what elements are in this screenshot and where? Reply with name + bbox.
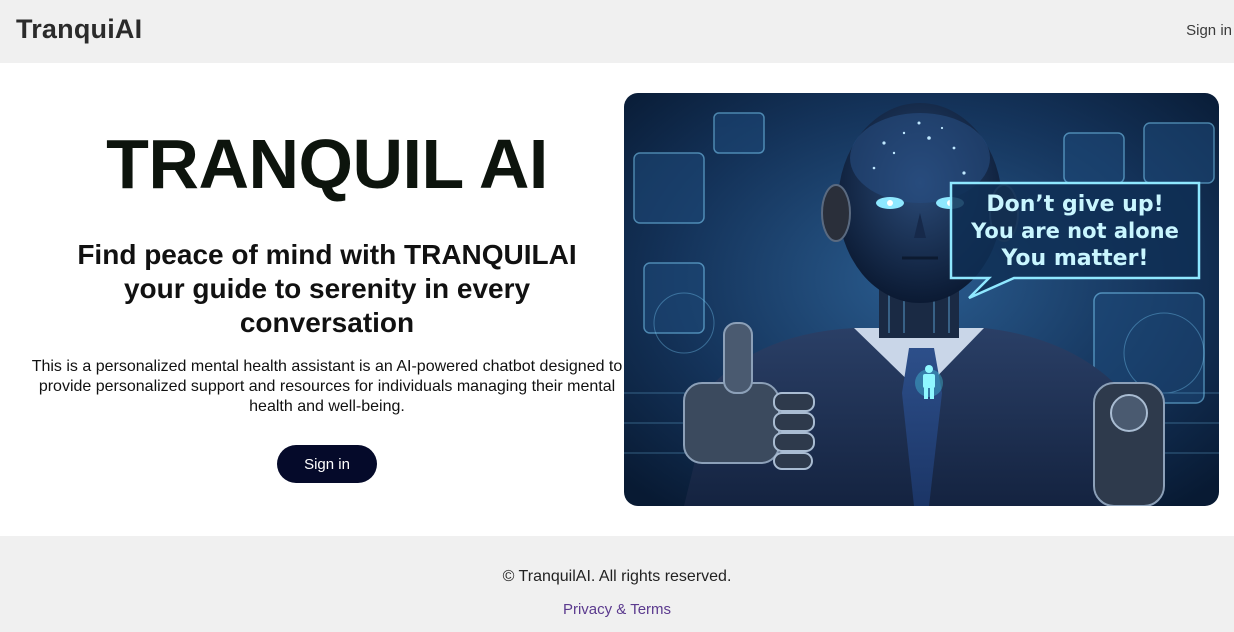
speech-line-2: You are not alone [970,219,1179,243]
hero-title: TRANQUIL AI [106,125,548,203]
speech-line-1: Don’t give up! [986,192,1163,217]
privacy-terms-link[interactable]: Privacy & Terms [0,601,1234,618]
top-navbar: TranquiAI Sign in [0,0,1234,63]
hero-signin-button[interactable]: Sign in [277,445,377,483]
footer-copyright: © TranquilAI. All rights reserved. [502,568,732,585]
page-footer: © TranquilAI. All rights reserved. Priva… [0,536,1234,632]
hero-illustration: Don’t give up! You are not alone You mat… [624,93,1219,506]
speech-line-3: You matter! [1001,246,1149,271]
brand-logo[interactable]: TranquiAI [16,14,142,45]
hero-subtitle: Find peace of mind with TRANQUILAI your … [77,239,577,338]
hero-description: This is a personalized mental health ass… [31,358,623,415]
nav-signin-link[interactable]: Sign in [1186,22,1232,39]
